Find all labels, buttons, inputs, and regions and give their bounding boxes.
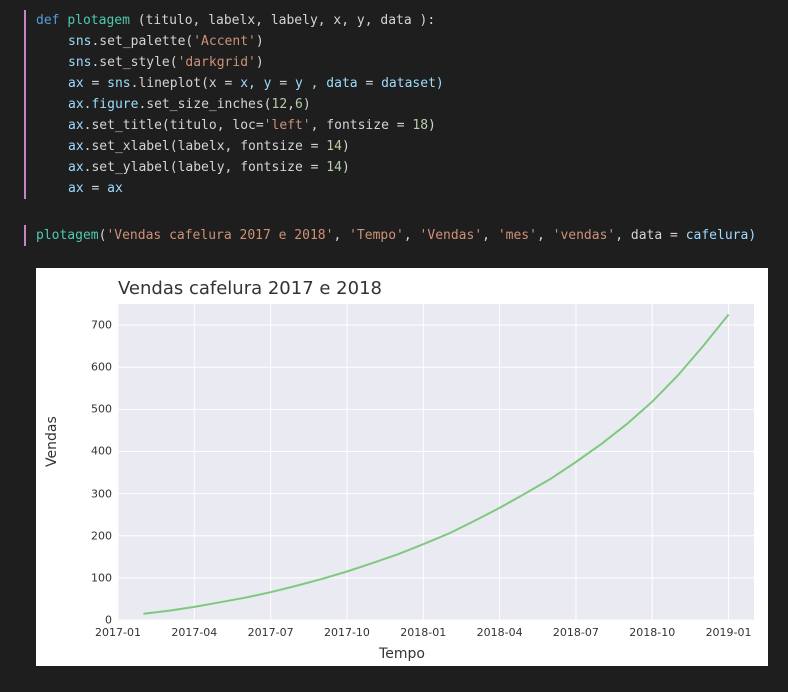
code-line: def plotagem (titulo, labelx, labely, x,…: [36, 10, 770, 31]
code-line: ax.set_xlabel(labelx, fontsize = 14): [36, 136, 770, 157]
x-tick-label: 2018-07: [553, 626, 599, 639]
x-tick-label: 2018-01: [400, 626, 446, 639]
code-line: sns.set_palette('Accent'): [36, 31, 770, 52]
y-tick-label: 0: [88, 614, 112, 627]
x-tick-label: 2018-04: [477, 626, 523, 639]
code-line: ax.set_ylabel(labely, fontsize = 14): [36, 157, 770, 178]
code-line: ax = sns.lineplot(x = x, y = y , data = …: [36, 73, 770, 94]
code-line: ax.set_title(titulo, loc='left', fontsiz…: [36, 115, 770, 136]
code-line: ax.figure.set_size_inches(12,6): [36, 94, 770, 115]
y-tick-label: 500: [88, 403, 112, 416]
y-axis-label: Vendas: [44, 416, 60, 467]
line-chart: Vendas cafelura 2017 e 2018 Vendas Tempo…: [36, 268, 768, 666]
cell-output: Vendas cafelura 2017 e 2018 Vendas Tempo…: [0, 262, 788, 676]
y-tick-label: 300: [88, 487, 112, 500]
y-tick-label: 700: [88, 319, 112, 332]
x-tick-label: 2017-04: [171, 626, 217, 639]
code-cell-1: def plotagem (titulo, labelx, labely, x,…: [0, 0, 788, 209]
y-tick-label: 600: [88, 361, 112, 374]
x-tick-label: 2017-01: [95, 626, 141, 639]
data-line: [143, 315, 728, 614]
y-tick-label: 400: [88, 445, 112, 458]
code-cell-2: plotagem('Vendas cafelura 2017 e 2018', …: [0, 215, 788, 256]
code-line: ax = ax: [36, 178, 770, 199]
plot-area: [118, 304, 754, 620]
code-line: plotagem('Vendas cafelura 2017 e 2018', …: [36, 225, 770, 246]
x-tick-label: 2018-10: [629, 626, 675, 639]
y-tick-label: 200: [88, 529, 112, 542]
code-line: sns.set_style('darkgrid'): [36, 52, 770, 73]
x-tick-label: 2017-07: [248, 626, 294, 639]
x-axis-label: Tempo: [36, 646, 768, 662]
x-tick-label: 2019-01: [706, 626, 752, 639]
chart-title: Vendas cafelura 2017 e 2018: [118, 278, 382, 299]
chart-svg: [118, 304, 754, 620]
x-tick-label: 2017-10: [324, 626, 370, 639]
y-tick-label: 100: [88, 571, 112, 584]
